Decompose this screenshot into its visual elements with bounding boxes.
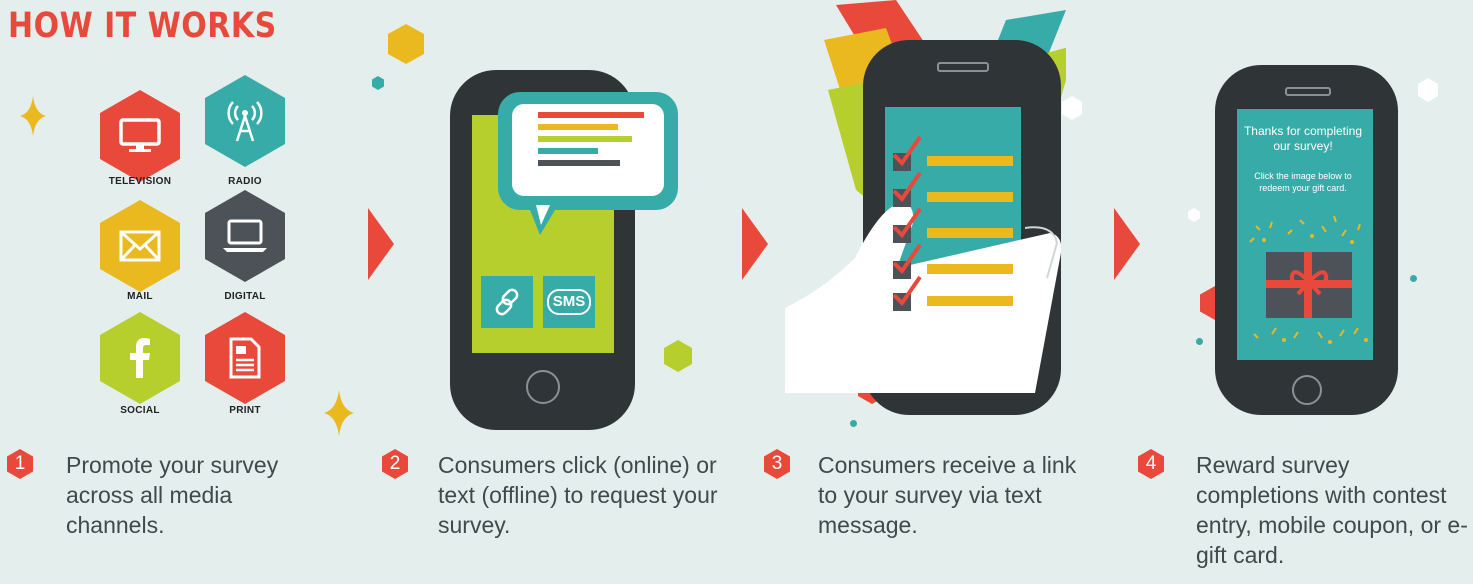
check-icon <box>892 207 922 239</box>
decorative-dot <box>1196 338 1203 345</box>
checklist-line <box>927 264 1013 274</box>
facebook-icon <box>130 338 150 378</box>
step-description: Promote your survey across all media cha… <box>66 452 279 538</box>
link-icon <box>495 288 519 316</box>
chat-bubble-content <box>512 104 664 196</box>
step-description: Consumers receive a link to your survey … <box>818 452 1077 538</box>
channel-digital <box>205 190 285 282</box>
home-button <box>1292 375 1322 405</box>
channel-label: PRINT <box>229 405 261 416</box>
redeem-instruction: Click the image below to redeem your gif… <box>1254 171 1352 193</box>
sparkle-icon <box>20 96 46 136</box>
step-number: 4 <box>1138 449 1164 479</box>
decorative-hexagon <box>388 24 424 64</box>
message-line <box>538 136 632 142</box>
home-button <box>526 370 560 404</box>
hand-illustration <box>785 202 1062 393</box>
decorative-dot <box>1410 275 1417 282</box>
decorative-hexagon <box>372 76 384 90</box>
thanks-message: Thanks for completing our survey! <box>1243 124 1363 153</box>
message-line <box>538 112 644 118</box>
sms-button[interactable]: SMS <box>543 276 595 328</box>
checklist-line <box>927 296 1013 306</box>
step-number: 1 <box>7 449 33 479</box>
decorative-hexagon <box>1418 78 1438 102</box>
decorative-hexagon <box>664 340 692 372</box>
next-arrow <box>742 208 768 280</box>
phone-speaker <box>1285 87 1331 96</box>
message-line <box>538 148 598 154</box>
channel-label: DIGITAL <box>224 291 266 302</box>
document-icon <box>229 337 261 379</box>
channel-label: RADIO <box>228 176 262 187</box>
decorative-hexagon <box>1188 208 1200 222</box>
next-arrow <box>368 208 394 280</box>
radio-tower-icon <box>227 101 263 142</box>
page-title: HOW IT WORKS <box>8 6 277 47</box>
step-number: 3 <box>764 449 790 479</box>
checklist-line <box>927 228 1013 238</box>
channel-print <box>205 312 285 404</box>
check-icon <box>892 243 922 275</box>
channel-label: SOCIAL <box>120 405 160 416</box>
step-description: Reward survey completions with contest e… <box>1196 452 1468 568</box>
sparkle-icon <box>324 389 354 437</box>
gift-card-icon[interactable] <box>1266 252 1352 318</box>
step-description: Consumers click (online) or text (offlin… <box>438 452 718 538</box>
checklist-line <box>927 192 1013 202</box>
sms-label: SMS <box>547 289 591 315</box>
chat-bubble <box>498 92 678 210</box>
laptop-icon <box>223 219 267 252</box>
channel-label: TELEVISION <box>108 176 172 187</box>
decorative-dot <box>850 420 857 427</box>
check-icon <box>892 135 922 167</box>
step-number: 2 <box>382 449 408 479</box>
channel-radio <box>205 75 285 167</box>
chat-bubble-tail <box>528 205 558 235</box>
check-icon <box>892 171 922 203</box>
envelope-icon <box>119 230 161 262</box>
channel-television <box>100 90 180 182</box>
message-line <box>538 160 620 166</box>
next-arrow <box>1114 208 1140 280</box>
gift-bow <box>1289 270 1329 296</box>
phone-speaker <box>937 62 989 72</box>
channel-mail <box>100 200 180 292</box>
link-button[interactable] <box>481 276 533 328</box>
checklist-line <box>927 156 1013 166</box>
check-icon <box>892 275 922 307</box>
channel-label: MAIL <box>127 291 153 302</box>
channel-social <box>100 312 180 404</box>
television-icon <box>119 118 161 152</box>
message-line <box>538 124 618 130</box>
